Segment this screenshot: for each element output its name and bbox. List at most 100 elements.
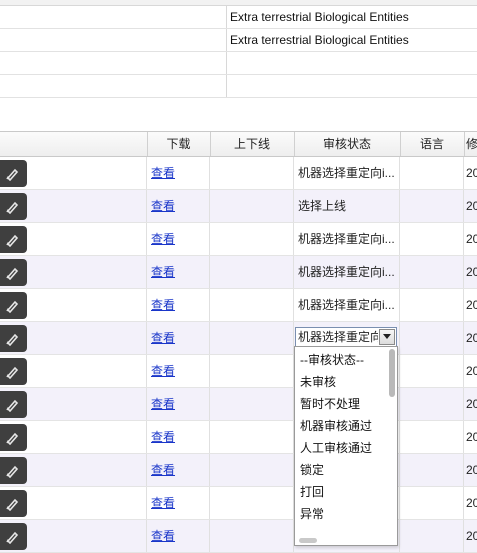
edit-pencil-icon[interactable] [0,226,27,253]
modified-date: 20 [466,232,477,246]
online-cell [210,355,294,387]
download-cell: 查看 [147,355,210,387]
actions-cell [0,322,147,354]
language-cell [400,355,464,387]
view-link[interactable]: 查看 [151,223,175,255]
download-cell: 查看 [147,289,210,321]
dropdown-option[interactable]: 暂时不处理 [300,393,360,415]
dropdown-option[interactable]: 打回 [300,481,324,503]
edit-pencil-icon[interactable] [0,259,27,286]
view-link[interactable]: 查看 [151,520,175,552]
view-link[interactable]: 查看 [151,388,175,420]
dropdown-option[interactable]: 人工审核通过 [300,437,372,459]
view-link[interactable]: 查看 [151,487,175,519]
modified-cell: 20 [464,256,477,288]
review-status-cell: 机器选择重定向i... [294,223,400,255]
edit-pencil-icon[interactable] [0,193,27,220]
download-cell: 查看 [147,190,210,222]
view-link[interactable]: 查看 [151,157,175,189]
dropdown-option[interactable]: 机器审核通过 [300,415,372,437]
actions-cell [0,157,147,189]
online-cell [210,289,294,321]
language-cell [400,157,464,189]
modified-cell: 20 [464,190,477,222]
view-link[interactable]: 查看 [151,256,175,288]
modified-cell: 20 [464,520,477,552]
edit-pencil-icon[interactable] [0,457,27,484]
review-status-cell: 机器选择重定向i... [294,157,400,189]
review-status-dropdown-list[interactable]: --审核状态-- 未审核 暂时不处理 机器审核通过 人工审核通过 锁定 打回 异常 [294,346,398,546]
dropdown-option[interactable]: 锁定 [300,459,324,481]
edit-pencil-icon[interactable] [0,292,27,319]
modified-date: 20 [466,298,477,312]
table-row: 查看 机器选择重定向i... 20 [0,223,477,256]
actions-cell [0,256,147,288]
edit-pencil-icon[interactable] [0,358,27,385]
view-link[interactable]: 查看 [151,190,175,222]
table-row: 查看 20 [0,454,477,487]
online-cell [210,487,294,519]
online-cell [210,454,294,486]
view-link[interactable]: 查看 [151,454,175,486]
modified-date: 20 [466,199,477,213]
language-cell [400,520,464,552]
detail-row [0,52,477,75]
download-cell: 查看 [147,157,210,189]
detail-value: Extra terrestrial Biological Entities [230,10,409,24]
header-online[interactable]: 上下线 [210,132,295,156]
edit-pencil-icon[interactable] [0,325,27,352]
edit-pencil-icon[interactable] [0,424,27,451]
language-cell [400,454,464,486]
online-cell [210,322,294,354]
header-download[interactable]: 下载 [147,132,211,156]
review-status-select[interactable]: 机器选择重定向 [295,327,397,347]
language-cell [400,487,464,519]
dropdown-option[interactable]: 未审核 [300,371,336,393]
header-language[interactable]: 语言 [400,132,465,156]
header-modified[interactable]: 修 [464,132,477,156]
modified-cell: 20 [464,355,477,387]
dropdown-option[interactable]: --审核状态-- [300,349,364,371]
chevron-down-icon[interactable] [379,329,395,345]
grid-header: 下载 上下线 审核状态 语言 修 [0,131,477,157]
download-cell: 查看 [147,388,210,420]
view-link[interactable]: 查看 [151,355,175,387]
dropdown-scrollbar[interactable] [389,349,395,397]
view-link[interactable]: 查看 [151,322,175,354]
modified-date: 20 [466,331,477,345]
actions-cell [0,289,147,321]
actions-cell [0,355,147,387]
actions-cell [0,223,147,255]
download-cell: 查看 [147,487,210,519]
header-review-status[interactable]: 审核状态 [294,132,401,156]
review-status-text: 机器选择重定向i... [298,265,395,279]
language-cell [400,322,464,354]
table-row: 查看 机器选择重定向i... 20 [0,256,477,289]
edit-pencil-icon[interactable] [0,490,27,517]
language-cell [400,421,464,453]
online-cell [210,388,294,420]
dropdown-option[interactable]: 异常 [300,503,324,525]
modified-date: 20 [466,265,477,279]
modified-date: 20 [466,463,477,477]
edit-pencil-icon[interactable] [0,391,27,418]
modified-date: 20 [466,430,477,444]
modified-cell: 20 [464,421,477,453]
download-cell: 查看 [147,454,210,486]
header-cell-actions [0,132,148,156]
view-link[interactable]: 查看 [151,289,175,321]
download-cell: 查看 [147,223,210,255]
modified-date: 20 [466,364,477,378]
online-cell [210,421,294,453]
modified-date: 20 [466,496,477,510]
actions-cell [0,421,147,453]
edit-pencil-icon[interactable] [0,523,27,550]
review-status-text: 机器选择重定向i... [298,298,395,312]
detail-value: Extra terrestrial Biological Entities [230,33,409,47]
detail-row [0,75,477,98]
review-status-cell: 选择上线 [294,190,400,222]
table-row: 查看 20 [0,487,477,520]
edit-pencil-icon[interactable] [0,160,27,187]
detail-row: Extra terrestrial Biological Entities [0,6,477,29]
view-link[interactable]: 查看 [151,421,175,453]
